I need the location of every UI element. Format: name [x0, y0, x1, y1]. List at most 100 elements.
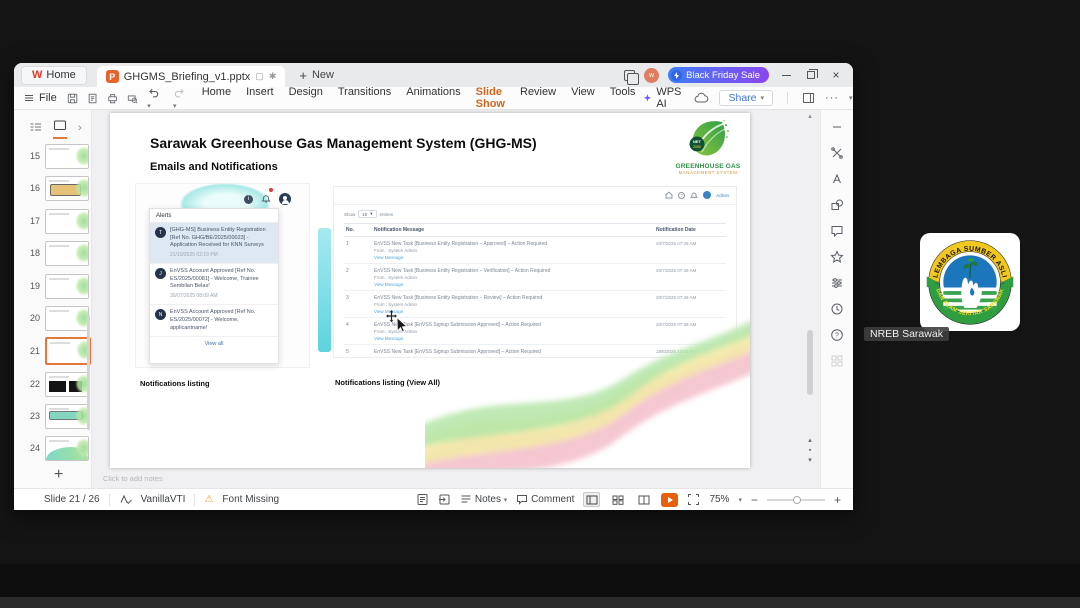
header-message: Notification Message [374, 227, 425, 233]
slide-thumbnail-selected[interactable] [45, 337, 91, 365]
slide-21[interactable]: Sarawak Greenhouse Gas Management System… [110, 113, 750, 468]
menu-tools[interactable]: Tools [610, 83, 636, 114]
scroll-up-arrow[interactable]: ▴ [805, 112, 815, 120]
view-message-link[interactable]: View Message [374, 309, 656, 314]
star-icon[interactable] [830, 250, 844, 264]
new-tab-button[interactable]: + New [299, 68, 334, 83]
slide-thumbnail[interactable] [45, 175, 89, 201]
row-date: 20/7/2025 07:49 AM [656, 267, 697, 273]
fit-screen-icon[interactable] [687, 493, 700, 506]
undo-button[interactable]: ▾ [147, 86, 164, 111]
slide-number: 24 [29, 443, 40, 453]
menu-view[interactable]: View [571, 83, 595, 114]
wps-presentation-window: W Home P GHGMS_Briefing_v1.pptx ▢ ✱ + Ne… [14, 63, 853, 510]
task-pane-icon[interactable] [416, 493, 429, 506]
layout-switch-icon[interactable] [802, 92, 815, 104]
slide-number: 19 [29, 281, 40, 291]
page-size-select[interactable]: 10 ▾ [358, 210, 377, 218]
slide-sorter-view-button[interactable] [609, 492, 626, 507]
menu-home[interactable]: Home [202, 83, 231, 114]
slide-canvas[interactable]: Sarawak Greenhouse Gas Management System… [92, 110, 820, 488]
add-slide-button[interactable]: + [54, 466, 63, 484]
export-pdf-icon[interactable] [87, 92, 98, 105]
panel-scrollbar[interactable] [87, 315, 90, 430]
slide-thumbnail[interactable] [45, 435, 89, 461]
participant-video-tile[interactable]: LEMBAGA SUMBER ASLI DAN ALAM SEKITAR SAR… [920, 233, 1020, 331]
menu-animations[interactable]: Animations [406, 83, 460, 114]
slide-view-icon[interactable] [53, 117, 67, 139]
close-button[interactable]: × [828, 68, 844, 82]
menu-review[interactable]: Review [520, 83, 556, 114]
slide-thumbnail[interactable] [45, 240, 89, 266]
menu-slide-show[interactable]: Slide Show [475, 83, 505, 114]
menu-design[interactable]: Design [289, 83, 323, 114]
menu-transitions[interactable]: Transitions [338, 83, 391, 114]
zoom-out-button[interactable]: − [751, 493, 758, 507]
normal-view-button[interactable] [583, 492, 601, 507]
slide-thumbnail[interactable] [45, 371, 89, 397]
account-avatar[interactable]: w [644, 67, 660, 83]
black-friday-sale-button[interactable]: Black Friday Sale [668, 67, 769, 83]
zoom-in-button[interactable]: + [834, 493, 841, 507]
slide-nav-buttons[interactable]: ▴ ▪ ▾ [805, 436, 815, 466]
slideshow-play-button[interactable] [661, 492, 679, 507]
restore-button[interactable] [803, 68, 819, 82]
alert-item[interactable]: T [GHG-MS] Business Entity Registration … [150, 223, 278, 265]
view-all-link[interactable]: View all [150, 337, 278, 351]
share-button[interactable]: Share ▾ [719, 90, 774, 106]
spellcheck-icon[interactable] [119, 493, 132, 506]
zoom-slider-handle[interactable] [793, 495, 802, 504]
vertical-scrollbar[interactable]: ▴ ▴ ▪ ▾ [805, 110, 815, 488]
notes-placeholder[interactable]: Click to add notes [103, 474, 163, 483]
shapes-icon[interactable] [830, 198, 844, 212]
collapse-pane-icon[interactable] [830, 120, 844, 134]
print-preview-icon[interactable] [127, 92, 138, 105]
view-message-link[interactable]: View Message [374, 282, 656, 287]
slide-thumbnail[interactable] [45, 273, 89, 299]
scrollbar-thumb[interactable] [807, 330, 813, 395]
handout-icon[interactable] [438, 493, 451, 506]
zoom-level[interactable]: 75% [709, 494, 729, 505]
reading-view-button[interactable] [635, 492, 652, 507]
slide-thumbnail[interactable] [45, 143, 89, 169]
redo-caret[interactable]: ▾ [173, 103, 177, 110]
collapse-panel-icon[interactable]: › [78, 122, 82, 134]
file-menu[interactable]: File [23, 92, 57, 104]
view-message-link[interactable]: View Message [374, 336, 656, 341]
notes-toggle[interactable]: Notes ▾ [460, 494, 507, 505]
collapse-ribbon-icon[interactable]: ▾ [849, 94, 853, 102]
alert-item[interactable]: J EnVSS Account Approved [Ref No. ES/202… [150, 264, 278, 306]
quick-tools-icon[interactable] [830, 146, 844, 160]
cloud-sync-icon[interactable] [694, 92, 709, 104]
alert-item[interactable]: N EnVSS Account Approved [Ref No. ES/202… [150, 305, 278, 338]
zoom-slider[interactable] [766, 495, 825, 504]
print-icon[interactable] [107, 92, 118, 105]
font-tools-icon[interactable] [830, 172, 844, 186]
slide-thumbnail[interactable] [45, 403, 89, 429]
tab-modified-icon[interactable]: ✱ [269, 71, 277, 82]
minimize-button[interactable] [778, 68, 794, 82]
slide-thumbnail[interactable] [45, 305, 89, 331]
menu-insert[interactable]: Insert [246, 83, 274, 114]
window-stack-icon[interactable] [624, 69, 640, 85]
undo-caret[interactable]: ▾ [147, 103, 151, 110]
save-icon[interactable] [67, 92, 78, 105]
settings-sliders-icon[interactable] [830, 276, 844, 290]
view-message-link[interactable]: View Message [374, 255, 656, 260]
history-clock-icon[interactable] [830, 302, 844, 316]
zoom-caret[interactable]: ▾ [738, 496, 742, 504]
redo-button[interactable]: ▾ [173, 86, 190, 111]
help-icon[interactable]: ? [830, 328, 844, 342]
comment-button[interactable]: Comment [516, 494, 574, 505]
home-tab[interactable]: W Home [21, 65, 87, 85]
font-missing-warning[interactable]: Font Missing [222, 494, 279, 505]
comment-pane-icon[interactable] [830, 224, 844, 238]
bell-icon [690, 192, 699, 198]
new-tab-label: New [311, 69, 334, 81]
more-options-icon[interactable]: ··· [825, 92, 839, 104]
slide-thumbnail[interactable] [45, 208, 89, 234]
wps-ai-button[interactable]: WPS AI [643, 86, 684, 110]
spellcheck-language[interactable]: VanillaVTI [141, 494, 186, 505]
outline-view-icon[interactable] [29, 122, 42, 134]
apps-grid-icon[interactable] [830, 354, 844, 368]
